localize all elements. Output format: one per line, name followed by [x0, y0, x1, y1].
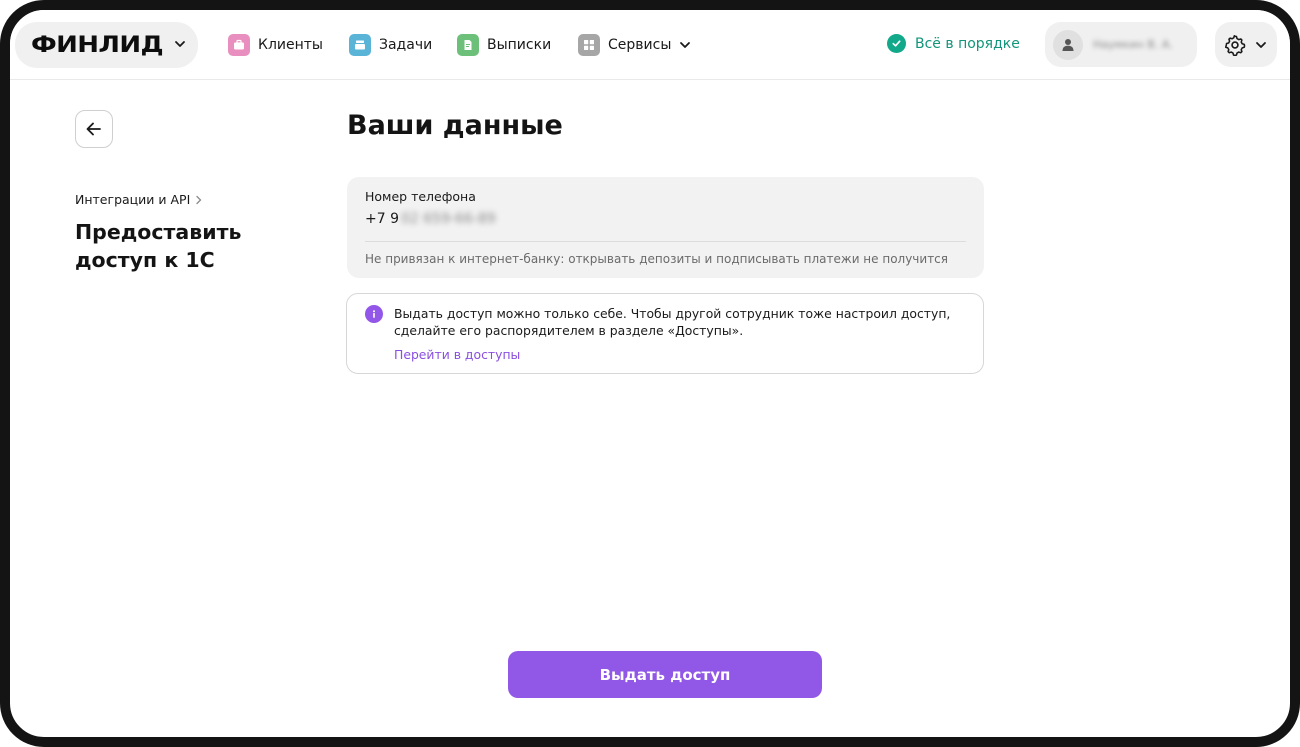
- document-icon: [457, 34, 479, 56]
- nav-services-label: Сервисы: [608, 37, 672, 53]
- section-title: Предоставить доступ к 1С: [75, 220, 242, 272]
- stack-icon: [349, 34, 371, 56]
- gear-icon: [1224, 34, 1246, 56]
- grant-access-button[interactable]: Выдать доступ: [508, 651, 822, 698]
- chevron-right-icon: [196, 195, 202, 204]
- grid-icon: [578, 34, 600, 56]
- info-notice: Выдать доступ можно только себе. Чтобы д…: [346, 293, 984, 374]
- nav-tasks[interactable]: Задачи: [349, 33, 432, 57]
- status-text: Всё в порядке: [915, 35, 1020, 52]
- phone-note: Не привязан к интернет-банку: открывать …: [365, 252, 949, 266]
- page-title: Ваши данные: [347, 110, 563, 141]
- nav-clients-label: Клиенты: [258, 37, 323, 53]
- status-indicator[interactable]: Всё в порядке: [887, 34, 1020, 53]
- user-menu-button[interactable]: Наумкин В. А.: [1045, 22, 1197, 67]
- chevron-down-icon: [1256, 41, 1266, 48]
- nav-services[interactable]: Сервисы: [578, 33, 691, 57]
- breadcrumb[interactable]: Интеграции и API: [75, 192, 203, 207]
- phone-card: Номер телефона +7 9 02 659-66-89 Не прив…: [347, 177, 984, 278]
- logo: ФИНЛИД: [31, 32, 164, 58]
- phone-label: Номер телефона: [365, 189, 476, 204]
- app-window: ФИНЛИД Клиенты Задачи Выписки Сервисы Вс…: [0, 0, 1300, 747]
- go-to-access-link[interactable]: Перейти в доступы: [394, 347, 520, 362]
- phone-masked: 02 659-66-89: [401, 211, 496, 227]
- divider: [365, 241, 966, 242]
- nav-statements[interactable]: Выписки: [457, 33, 551, 57]
- settings-menu-button[interactable]: [1215, 22, 1277, 67]
- chevron-down-icon: [680, 42, 691, 48]
- avatar: [1053, 29, 1083, 60]
- phone-value: +7 9 02 659-66-89: [365, 211, 496, 227]
- top-bar: ФИНЛИД Клиенты Задачи Выписки Сервисы Вс…: [10, 10, 1290, 80]
- briefcase-icon: [228, 34, 250, 56]
- user-name: Наумкин В. А.: [1093, 38, 1173, 51]
- info-icon: [365, 305, 383, 323]
- info-text: Выдать доступ можно только себе. Чтобы д…: [394, 306, 951, 338]
- arrow-left-icon: [86, 122, 101, 136]
- nav-statements-label: Выписки: [487, 37, 552, 53]
- logo-menu-button[interactable]: ФИНЛИД: [15, 22, 198, 68]
- chevron-down-icon: [175, 41, 185, 47]
- nav-tasks-label: Задачи: [379, 37, 433, 53]
- breadcrumb-link[interactable]: Интеграции и API: [75, 192, 190, 207]
- back-button[interactable]: [75, 110, 113, 148]
- nav-clients[interactable]: Клиенты: [228, 33, 323, 57]
- phone-prefix: +7 9: [365, 211, 399, 227]
- check-circle-icon: [887, 34, 906, 53]
- user-icon: [1062, 38, 1074, 51]
